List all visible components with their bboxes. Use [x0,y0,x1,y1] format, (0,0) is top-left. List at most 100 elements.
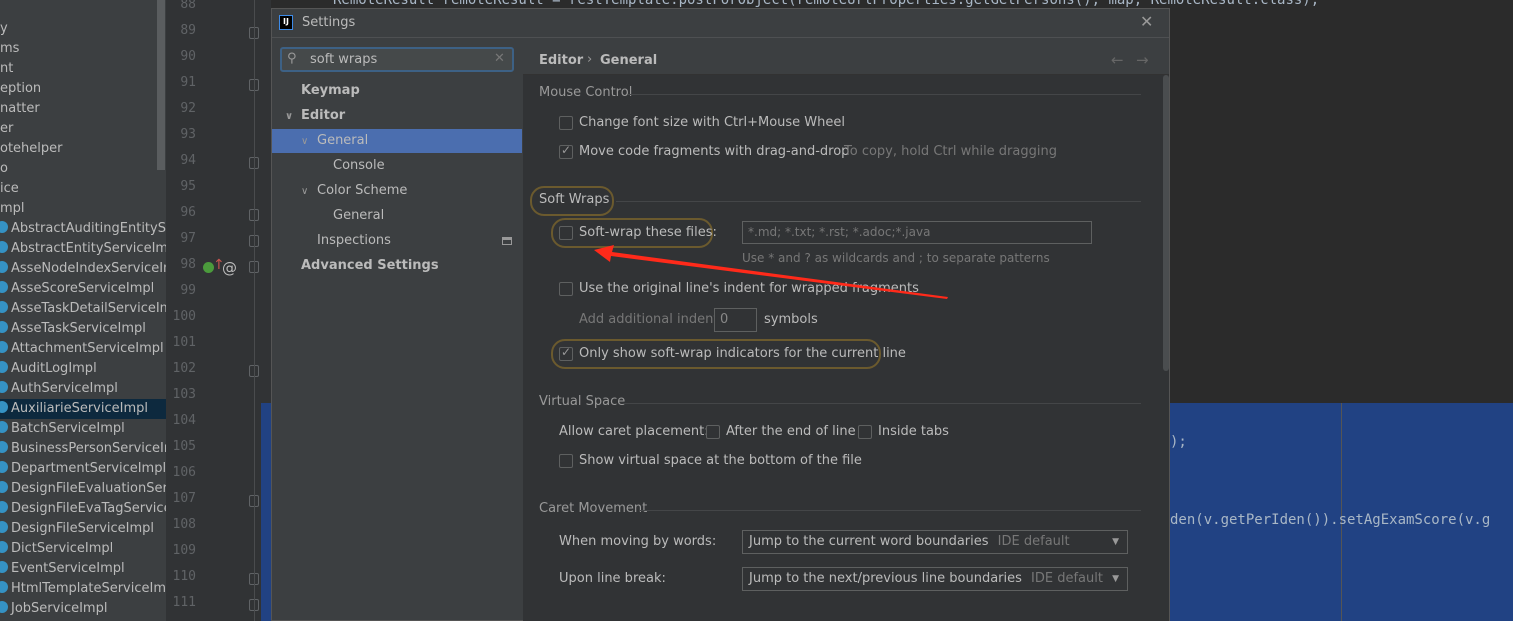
move-code-label[interactable]: Move code fragments with drag-and-drop [579,144,849,159]
back-arrow-icon[interactable]: ← [1111,51,1124,69]
line-number: 97 [180,231,196,246]
project-tree-item[interactable]: AbstractEntityServiceImpl [0,239,166,259]
after-end-label[interactable]: After the end of line [726,424,856,439]
project-tree-item[interactable]: AttachmentServiceImpl [0,339,166,359]
original-indent-label[interactable]: Use the original line's indent for wrapp… [579,281,919,296]
line-number: 108 [172,517,196,532]
chevron-down-icon[interactable]: ∨ [301,130,308,154]
only-current-line-label[interactable]: Only show soft-wrap indicators for the c… [579,346,906,361]
line-break-value: Jump to the next/previous line boundarie… [749,571,1022,586]
dialog-titlebar[interactable]: IJ Settings ✕ [272,9,1169,38]
project-tree-item[interactable]: AsseNodeIndexServiceImp [0,259,166,279]
line-break-select[interactable]: Jump to the next/previous line boundarie… [742,567,1128,591]
move-code-checkbox[interactable] [559,143,573,159]
nav-item[interactable]: Inspections [272,229,522,253]
project-tree-item[interactable]: ice [0,179,166,199]
search-value[interactable]: soft wraps [310,52,377,67]
content-scrollbar[interactable] [1163,75,1169,371]
dialog-title: Settings [302,15,356,30]
project-tree-item[interactable]: ms [0,39,166,59]
after-end-checkbox[interactable] [706,425,720,439]
by-words-select[interactable]: Jump to the current word boundaries IDE … [742,530,1128,554]
code-line-105[interactable]: ); [1170,434,1187,450]
project-tree-item[interactable]: o [0,159,166,179]
nav-item[interactable]: ∨ General [272,129,522,153]
project-tree-item[interactable]: DesignFileEvaTagServiceIm [0,499,166,519]
annotation-icon[interactable]: @ [222,259,237,277]
soft-wrap-files-label[interactable]: Soft-wrap these files: [579,225,717,240]
project-tree-item[interactable]: HtmlTemplateServiceImpl [0,579,166,599]
nav-item-label: Inspections [317,233,391,248]
project-tree-item[interactable]: DepartmentServiceImpl [0,459,166,479]
project-tree-item[interactable]: AsseTaskDetailServiceImpl [0,299,166,319]
project-tree-item[interactable]: DesignFileServiceImpl [0,519,166,539]
project-tree-item-label: JobServiceImpl [11,601,108,616]
settings-search-input[interactable]: ⚲ soft wraps ✕ [280,47,514,72]
divider [623,403,1141,404]
project-tree-scrollbar[interactable] [157,0,165,170]
class-icon [0,381,8,393]
line-number: 95 [180,179,196,194]
project-tree-item[interactable]: y [0,19,166,39]
show-virtual-label[interactable]: Show virtual space at the bottom of the … [579,453,862,468]
line-number: 104 [172,413,196,428]
line-number: 96 [180,205,196,220]
class-icon [0,361,8,373]
inside-tabs-label[interactable]: Inside tabs [878,424,949,439]
project-tree-item[interactable]: otehelper [0,139,166,159]
class-icon [0,421,8,433]
chevron-down-icon[interactable]: ∨ [301,180,308,204]
project-tree-item[interactable]: natter [0,99,166,119]
project-tree-item[interactable]: er [0,119,166,139]
soft-wrap-files-input[interactable]: *.md; *.txt; *.rst; *.adoc;*.java [742,221,1092,244]
forward-arrow-icon[interactable]: → [1136,51,1149,69]
project-tree-item[interactable]: DesignFileEvaluationService [0,479,166,499]
project-tree-item[interactable]: AuditLogImpl [0,359,166,379]
change-font-label[interactable]: Change font size with Ctrl+Mouse Wheel [579,115,845,130]
project-tree-item[interactable]: JobServiceImpl [0,599,166,619]
nav-item[interactable]: Console [272,154,522,178]
nav-item[interactable]: ∨ Color Scheme [272,179,522,203]
project-tree-item-label: AsseNodeIndexServiceImp [11,261,166,276]
class-icon [0,321,8,333]
line-number: 109 [172,543,196,558]
breadcrumb-editor[interactable]: Editor [539,53,583,68]
nav-item[interactable]: Keymap [272,79,522,103]
project-tree-item-label: AttachmentServiceImpl [11,341,164,356]
project-tree-item[interactable]: DictServiceImpl [0,539,166,559]
original-indent-checkbox[interactable] [559,282,573,296]
inside-tabs-checkbox[interactable] [858,425,872,439]
show-virtual-checkbox[interactable] [559,454,573,468]
line-number: 103 [172,387,196,402]
project-tree-item[interactable]: EventServiceImpl [0,559,166,579]
project-tree-item[interactable]: AsseTaskServiceImpl [0,319,166,339]
project-tree-item-label: eption [0,81,42,96]
nav-item[interactable]: ∨ Editor [272,104,522,128]
project-tree-item[interactable]: AbstractAuditingEntityServi [0,219,166,239]
divider [616,201,1141,202]
close-icon[interactable]: ✕ [1140,12,1153,31]
project-tree-item[interactable]: BusinessPersonServiceImp [0,439,166,459]
settings-dialog: IJ Settings ✕ ⚲ soft wraps ✕ Keymap ∨ Edit… [271,8,1170,621]
project-tree-item[interactable]: eption [0,79,166,99]
code-line-107[interactable]: den(v.getPerIden()).setAgExamScore(v.g [1170,512,1490,528]
project-tree-item[interactable]: AsseScoreServiceImpl [0,279,166,299]
chevron-down-icon[interactable]: ∨ [285,105,293,129]
soft-wrap-files-checkbox[interactable] [559,226,573,240]
nav-item[interactable]: General [272,204,522,228]
nav-item[interactable]: Advanced Settings [272,254,522,278]
line-break-label: Upon line break: [559,571,666,586]
clear-search-icon[interactable]: ✕ [494,51,505,66]
project-tree-item[interactable]: nt [0,59,166,79]
code-line-88[interactable]: RemoteResult remoteResult = restTemplate… [333,0,1319,8]
additional-indent-input[interactable]: 0 [714,308,757,332]
project-tree-item[interactable]: AuthServiceImpl [0,379,166,399]
change-font-checkbox[interactable] [559,116,573,130]
project-tree-item[interactable]: AuxiliarieServiceImpl [0,399,166,419]
project-tree-item[interactable]: BatchServiceImpl [0,419,166,439]
project-tree-item[interactable]: mpl [0,199,166,219]
only-current-line-checkbox[interactable] [559,345,573,361]
line-number: 92 [180,101,196,116]
line-number: 100 [172,309,196,324]
project-tree-item-label: nt [0,61,14,76]
